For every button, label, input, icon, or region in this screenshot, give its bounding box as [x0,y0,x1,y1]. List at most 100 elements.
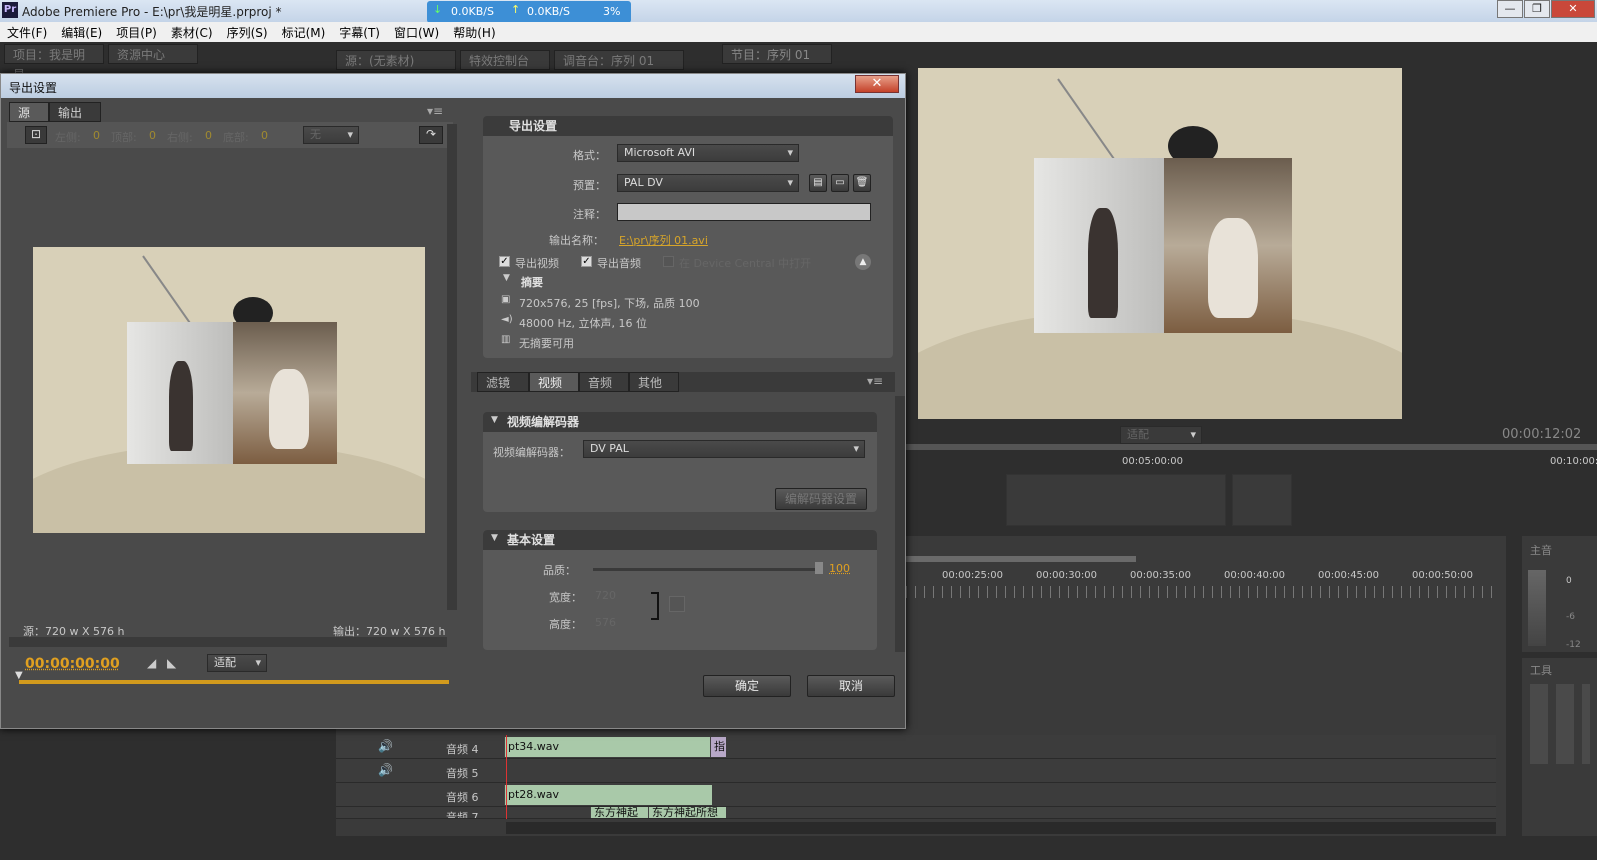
crop-left-value[interactable]: 0 [93,129,100,142]
timeline-work-area[interactable] [906,556,1136,562]
menu-edit[interactable]: 编辑(E) [54,22,109,41]
clip-pt28[interactable]: pt28.wav [504,785,712,805]
delete-preset-icon[interactable]: 🗑 [853,174,871,192]
tab-audio[interactable]: 音频 [579,372,629,392]
window-close-button[interactable]: ✕ [1551,0,1595,18]
export-video-checkbox[interactable]: ✓ [499,256,510,267]
quality-slider[interactable] [593,568,821,571]
ok-button[interactable]: 确定 [703,675,791,697]
timeline-track-a5: 🔊 音频 5 [336,759,1496,783]
program-fit-dropdown[interactable]: 适配 [1120,426,1202,444]
tab-other[interactable]: 其他 [629,372,679,392]
mark-out-icon[interactable]: ◣ [167,656,176,670]
crop-bottom-value[interactable]: 0 [261,129,268,142]
program-scrub-bar[interactable] [906,444,1597,450]
codec-toggle-icon[interactable]: ▼ [491,415,498,425]
dialog-title-bar: 导出设置 ✕ [1,74,905,98]
track-name-a5: 音频 5 [446,767,479,780]
summary-video: 720x576, 25 [fps], 下场, 品质 100 [519,297,700,310]
video-codec-dropdown[interactable]: DV PAL [583,440,865,458]
save-preset-icon[interactable]: ▤ [809,174,827,192]
crop-icon[interactable]: ⊡ [25,126,47,144]
tab-source[interactable]: 源：(无素材) [336,50,456,70]
timeline-mark-35s: 00:00:35:00 [1130,570,1192,581]
clip-dongfang-1[interactable]: 东方神起 [590,807,648,818]
chart-icon: ▥ [501,334,511,345]
collapse-icon[interactable]: ▲ [855,254,871,270]
preset-dropdown[interactable]: PAL DV [617,174,799,192]
maximize-button[interactable]: ❐ [1524,0,1550,18]
width-label: 宽度： [549,591,582,604]
summary-toggle-icon[interactable]: ▼ [503,273,510,283]
basic-settings-header: 基本设置 [483,530,877,550]
source-panel: 源 输出 ▾≡ ⊡ 左侧: 0 顶部: 0 右侧: 0 底部: 0 无 ↷ 源：… [7,102,459,658]
timeline-mark-25s: 00:00:25:00 [942,570,1004,581]
crop-top-value[interactable]: 0 [149,129,156,142]
crop-right-value[interactable]: 0 [205,129,212,142]
tab-output-preview[interactable]: 输出 [49,102,101,122]
program-timecode: 00:00:12:02 [1502,427,1582,442]
width-value[interactable]: 720 [595,589,616,602]
clip-pt34[interactable]: pt34.wav [504,737,710,757]
tools-panel: 工具 [1522,658,1597,836]
rotate-icon[interactable]: ↷ [419,126,443,144]
menu-project[interactable]: 项目(P) [109,22,164,41]
source-fit-dropdown[interactable]: 适配 [207,654,267,672]
menu-help[interactable]: 帮助(H) [446,22,502,41]
format-dropdown[interactable]: Microsoft AVI [617,144,799,162]
menu-window[interactable]: 窗口(W) [387,22,446,41]
basic-toggle-icon[interactable]: ▼ [491,533,498,543]
playhead-icon[interactable]: ▼ [15,670,23,681]
export-audio-checkbox[interactable]: ✓ [581,256,592,267]
tab-filters[interactable]: 滤镜 [477,372,529,392]
panel-menu-icon[interactable]: ▾≡ [867,374,883,388]
import-preset-icon[interactable]: ▭ [831,174,849,192]
quality-slider-thumb[interactable] [815,562,823,574]
tab-effect-controls[interactable]: 特效控制台 [460,50,550,70]
crop-ratio-dropdown[interactable]: 无 [303,126,359,144]
preview-h-scrollbar[interactable] [9,637,447,647]
playhead-line[interactable] [506,735,507,819]
timeline-track-a7: 音频 7 东方神起 东方神起所想 [336,807,1496,819]
source-scrub-bar[interactable] [19,680,449,684]
speaker-icon[interactable]: 🔊 [378,763,393,777]
program-ruler-mark-10min: 00:10:00:00 [1550,456,1597,467]
mark-in-icon[interactable]: ◢ [147,656,156,670]
constrain-proportions-checkbox[interactable] [669,596,685,612]
output-name-link[interactable]: E:\pr\序列 01.avi [619,232,708,248]
summary-header[interactable]: 摘要 [521,274,543,290]
preset-label: 预置： [573,179,606,192]
panel-menu-icon[interactable]: ▾≡ [427,104,443,118]
device-central-checkbox[interactable] [663,256,674,267]
menu-file[interactable]: 文件(F) [0,22,54,41]
cancel-button[interactable]: 取消 [807,675,895,697]
tool-icons-grid[interactable] [1530,684,1590,764]
preview-v-scrollbar[interactable] [447,124,457,610]
tab-program[interactable]: 节目：序列 01 [722,44,832,64]
timeline-track-a4: 🔊 音频 4 pt34.wav 指 [336,735,1496,759]
timeline-horizontal-scrollbar[interactable] [506,822,1496,834]
timeline-mark-45s: 00:00:45:00 [1318,570,1380,581]
comment-field[interactable] [617,203,871,221]
program-extra-controls [1232,474,1292,526]
dialog-close-button[interactable]: ✕ [855,75,899,93]
menu-title[interactable]: 字幕(T) [332,22,387,41]
clip-extra-a4[interactable]: 指 [710,737,726,757]
minimize-button[interactable]: — [1497,0,1523,18]
clip-dongfang-2[interactable]: 东方神起所想 [648,807,726,818]
speaker-icon[interactable]: 🔊 [378,739,393,753]
timeline-ruler [906,586,1496,598]
codec-settings-button[interactable]: 编解码器设置 [775,488,867,510]
menu-marker[interactable]: 标记(M) [275,22,333,41]
tab-video[interactable]: 视频 [529,372,579,392]
tab-media-browser[interactable]: 资源中心 [108,44,198,64]
menu-sequence[interactable]: 序列(S) [220,22,275,41]
tab-audio-mixer[interactable]: 调音台：序列 01 [554,50,684,70]
tab-source-preview[interactable]: 源 [9,102,49,122]
settings-v-scrollbar[interactable] [895,396,905,652]
height-value[interactable]: 576 [595,616,616,629]
menu-clip[interactable]: 素材(C) [164,22,220,41]
tab-project[interactable]: 项目：我是明星 [4,44,104,82]
quality-value[interactable]: 100 [829,562,850,575]
source-timecode[interactable]: 00:00:00:00 [25,656,120,672]
